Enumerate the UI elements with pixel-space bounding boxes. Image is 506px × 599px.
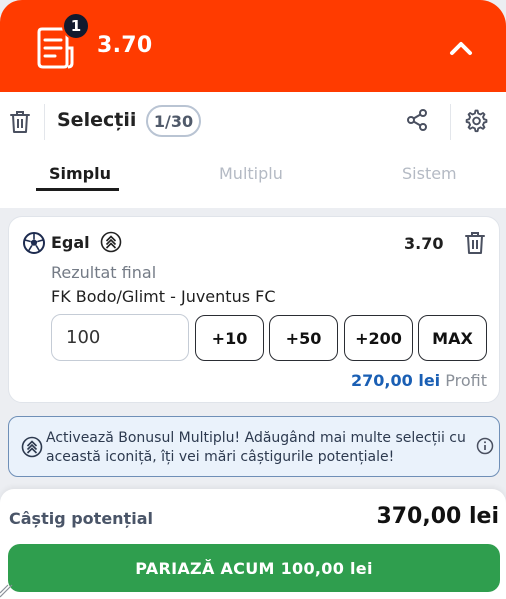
divider (450, 104, 451, 140)
market-name: Rezultat final (51, 263, 157, 282)
bet-footer: Câștig potențial 370,00 lei PARIAZĂ ACUM… (0, 489, 506, 599)
bet-slip-header[interactable]: 1 3.70 (0, 0, 506, 92)
quick-stake-50-button[interactable]: +50 (269, 315, 338, 361)
quick-stake-200-button[interactable]: +200 (344, 315, 413, 361)
total-odds: 3.70 (97, 33, 153, 58)
trash-icon[interactable] (464, 231, 486, 255)
trash-icon[interactable] (9, 110, 31, 134)
bet-count-badge: 1 (62, 12, 90, 40)
info-icon[interactable] (476, 437, 494, 455)
selection-name: Egal (51, 233, 90, 252)
profit-amount: 270,00 lei (351, 371, 441, 390)
selection-count-pill: 1/30 (146, 105, 201, 137)
slip-toolbar: Selecții 1/30 Simplu Multiplu Sistem (0, 92, 506, 208)
bet-selection-card: Egal 3.70 Rezultat final FK Bodo/Glimt -… (8, 216, 500, 403)
tab-multiplu[interactable]: Multiplu (219, 164, 283, 183)
selection-odds: 3.70 (404, 234, 444, 253)
quick-stake-10-button[interactable]: +10 (195, 315, 264, 361)
share-icon[interactable] (405, 108, 429, 132)
potential-win-value: 370,00 lei (376, 504, 499, 529)
max-stake-button[interactable]: MAX (418, 315, 487, 361)
profit-label: Profit (445, 371, 487, 390)
bonus-info-text: Activează Bonusul Multiplu! Adăugând mai… (46, 430, 466, 465)
multiplier-bonus-banner: Activează Bonusul Multiplu! Adăugând mai… (8, 416, 500, 477)
potential-win-label: Câștig potențial (9, 509, 153, 528)
event-name: FK Bodo/Glimt - Juventus FC (51, 287, 276, 306)
gear-icon[interactable] (463, 108, 488, 133)
tab-simplu[interactable]: Simplu (49, 164, 111, 183)
multiplier-boost-icon (100, 231, 122, 253)
selections-title: Selecții (57, 109, 137, 131)
tab-sistem[interactable]: Sistem (402, 164, 457, 183)
divider (44, 104, 45, 140)
place-bet-button[interactable]: PARIAZĂ ACUM 100,00 lei (8, 544, 500, 592)
resize-handle-icon[interactable] (0, 580, 16, 599)
chevron-up-icon[interactable] (446, 36, 476, 60)
multiplier-boost-icon (21, 436, 43, 458)
active-tab-indicator (36, 188, 119, 191)
stake-input[interactable] (51, 314, 189, 361)
profit-row: 270,00 lei Profit (351, 371, 487, 390)
football-icon (23, 232, 45, 254)
